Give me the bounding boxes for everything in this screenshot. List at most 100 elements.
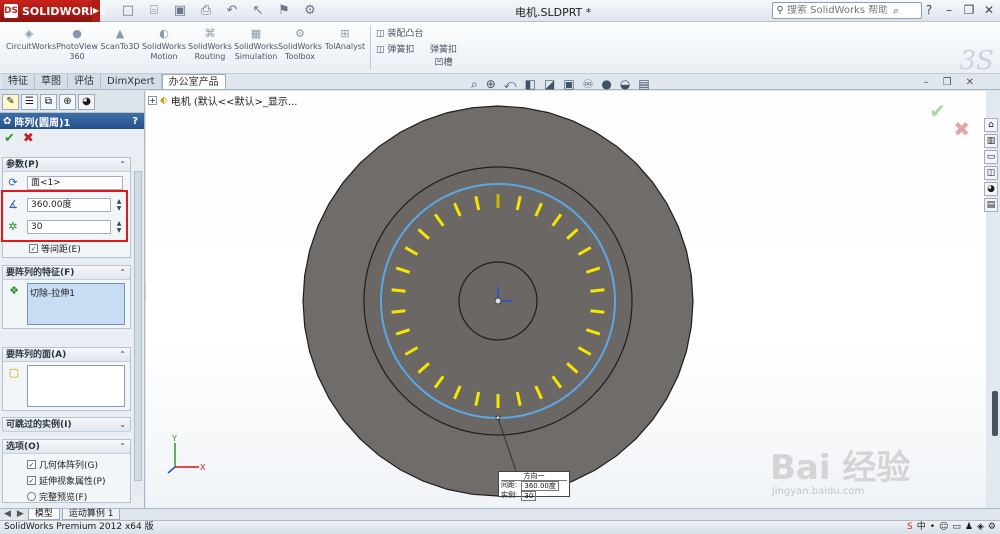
rebuild-icon[interactable]: ⚑	[276, 3, 292, 19]
tolanalyst-button[interactable]: ⊞ TolAnalyst	[324, 28, 366, 52]
features-header[interactable]: 要阵列的特征(F) ⌃	[3, 266, 130, 280]
task-pane-grip[interactable]	[992, 391, 998, 436]
scanto3d-button[interactable]: ▲ ScanTo3D	[100, 28, 140, 52]
close-icon[interactable]: ✕	[982, 3, 996, 17]
scene-icon[interactable]: ◒	[620, 77, 630, 92]
toolbox-button[interactable]: ⚙ SolidWorks Toolbox	[278, 28, 322, 62]
help-button[interactable]: ?	[132, 116, 138, 127]
propagate-visual-checkbox[interactable]: ✓ 延伸视象属性(P)	[27, 474, 105, 487]
appearance-icon[interactable]: ●	[601, 77, 611, 92]
skin-icon[interactable]: ◈	[977, 521, 984, 534]
close-icon[interactable]: ✕	[966, 77, 974, 88]
minimize-icon[interactable]: –	[942, 3, 956, 17]
faces-list[interactable]	[27, 365, 125, 407]
dimxpert-tab-icon[interactable]: ⊕	[59, 94, 76, 110]
zoom-fit-icon[interactable]: ⌕	[471, 77, 478, 92]
checkmark-icon: ✓	[29, 244, 38, 253]
scroll-thumb[interactable]	[134, 171, 142, 481]
tab-motion-study[interactable]: 运动算例 1	[61, 509, 121, 520]
tab-sketch[interactable]: 草图	[35, 74, 68, 89]
tab-evaluate[interactable]: 评估	[68, 74, 101, 89]
search-go-icon[interactable]: ⌕	[887, 4, 905, 18]
axis-field[interactable]: 面<1>	[27, 176, 123, 190]
new-icon[interactable]: □	[120, 3, 136, 19]
tab-dimxpert[interactable]: DimXpert	[101, 74, 162, 89]
full-preview-radio[interactable]: 完整预览(F)	[27, 490, 87, 503]
view-orientation-icon[interactable]: ◪	[544, 77, 555, 92]
select-icon[interactable]: ↖	[250, 3, 266, 19]
axis-direction-icon[interactable]: ⟳	[6, 176, 20, 190]
tolanalyst-icon: ⊞	[340, 27, 350, 40]
emoji-icon[interactable]: ☺	[939, 521, 948, 534]
undo-icon[interactable]: ↶	[224, 3, 240, 19]
nav-next-icon[interactable]: ▶	[15, 509, 26, 520]
collapse-icon: ⌃	[119, 160, 126, 169]
display-style-icon[interactable]: ▣	[563, 77, 574, 92]
save-icon[interactable]: ▣	[172, 3, 188, 19]
motion-button[interactable]: ◐ SolidWorks Motion	[142, 28, 186, 62]
simulation-button[interactable]: ▦ SolidWorks Simulation	[234, 28, 278, 62]
ok-button[interactable]: ✔	[4, 131, 15, 146]
geometry-pattern-checkbox[interactable]: ✓ 几何体阵列(G)	[27, 458, 98, 471]
minimize-icon[interactable]: –	[924, 77, 929, 88]
view-settings-icon[interactable]: ▤	[638, 77, 649, 92]
ime-logo-icon[interactable]: S	[907, 521, 913, 534]
display-tab-icon[interactable]: ◕	[78, 94, 95, 110]
faces-header[interactable]: 要阵列的面(A) ⌃	[3, 348, 130, 362]
design-library-icon[interactable]: ▥	[984, 134, 998, 148]
appearances-icon[interactable]: ◕	[984, 182, 998, 196]
home-icon[interactable]: ⌂	[984, 118, 998, 132]
panel-scrollbar[interactable]	[133, 171, 143, 496]
options-header[interactable]: 选项(O) ⌃	[3, 440, 130, 454]
zoom-area-icon[interactable]: ⊕	[486, 77, 496, 92]
print-icon[interactable]: ⎙	[198, 3, 214, 19]
panel-title: 阵列(圆周)1	[14, 117, 71, 129]
open-icon[interactable]: ⌸	[146, 3, 162, 19]
restore-icon[interactable]: ❐	[943, 77, 952, 88]
task-pane-tabs: ⌂ ▥ ▭ ◫ ◕ ▤	[984, 118, 1000, 228]
punctuation-icon[interactable]: •	[930, 521, 935, 534]
snap-hook-groove-button[interactable]: 弹簧扣 凹槽	[430, 42, 457, 68]
status-bar: SolidWorks Premium 2012 x64 版 S 中 • ☺ ▭ …	[0, 520, 1000, 534]
mounting-boss-button[interactable]: ◫ 装配凸台	[376, 26, 423, 39]
nav-first-icon[interactable]: ◀	[2, 509, 13, 520]
photoview-button[interactable]: ● PhotoView 360	[56, 28, 98, 62]
previous-view-icon[interactable]: ⤺	[504, 77, 517, 92]
configuration-tab-icon[interactable]: ⧉	[40, 94, 57, 110]
ime-mode[interactable]: 中	[917, 521, 926, 534]
restore-icon[interactable]: ❐	[962, 3, 976, 17]
skip-instances-header[interactable]: 可跳过的实例(I) ⌄	[3, 418, 130, 432]
pattern-slot	[590, 309, 605, 314]
custom-properties-icon[interactable]: ▤	[984, 198, 998, 212]
routing-button[interactable]: ⌘ SolidWorks Routing	[188, 28, 232, 62]
menu-expand-icon[interactable]: ▶	[92, 0, 100, 22]
file-explorer-icon[interactable]: ▭	[984, 150, 998, 164]
section-view-icon[interactable]: ◧	[525, 77, 536, 92]
equal-spacing-checkbox[interactable]: ✓ 等间距(E)	[29, 242, 81, 255]
pattern-slot	[391, 288, 406, 293]
tab-office-products[interactable]: 办公室产品	[161, 74, 226, 89]
search-input[interactable]	[787, 5, 887, 16]
tab-features[interactable]: 特征	[2, 74, 35, 89]
list-item[interactable]: 切除-拉伸1	[30, 289, 75, 299]
pattern-callout[interactable]: 方向一 间距: 360.00度 实例: 30	[498, 471, 570, 501]
user-icon[interactable]: ♟	[965, 521, 973, 534]
parameters-header[interactable]: 参数(P) ⌃	[3, 158, 130, 172]
solidworks-logo[interactable]: DS SOLIDWORKS	[0, 0, 106, 22]
features-list[interactable]: 切除-拉伸1	[27, 283, 125, 325]
settings-icon[interactable]: ⚙	[988, 521, 996, 534]
triad-z-icon	[167, 466, 176, 474]
view-palette-icon[interactable]: ◫	[984, 166, 998, 180]
hide-show-icon[interactable]: ♾	[583, 77, 594, 92]
property-manager-tab-icon[interactable]: ☰	[21, 94, 38, 110]
keyboard-icon[interactable]: ▭	[952, 521, 961, 534]
feature-manager-tab-icon[interactable]: ✎	[2, 94, 19, 110]
cancel-button[interactable]: ✖	[23, 131, 34, 146]
circuitworks-button[interactable]: ◈ CircuitWorks	[6, 28, 56, 52]
ok-cancel-row: ✔ ✖	[0, 129, 144, 147]
snap-hook-button[interactable]: ◫ 弹簧扣	[376, 42, 414, 55]
help-icon[interactable]: ?	[922, 3, 936, 17]
options-icon[interactable]: ⚙	[302, 3, 318, 19]
tab-model[interactable]: 模型	[27, 509, 60, 520]
circular-pattern-icon: ✿	[3, 115, 12, 127]
